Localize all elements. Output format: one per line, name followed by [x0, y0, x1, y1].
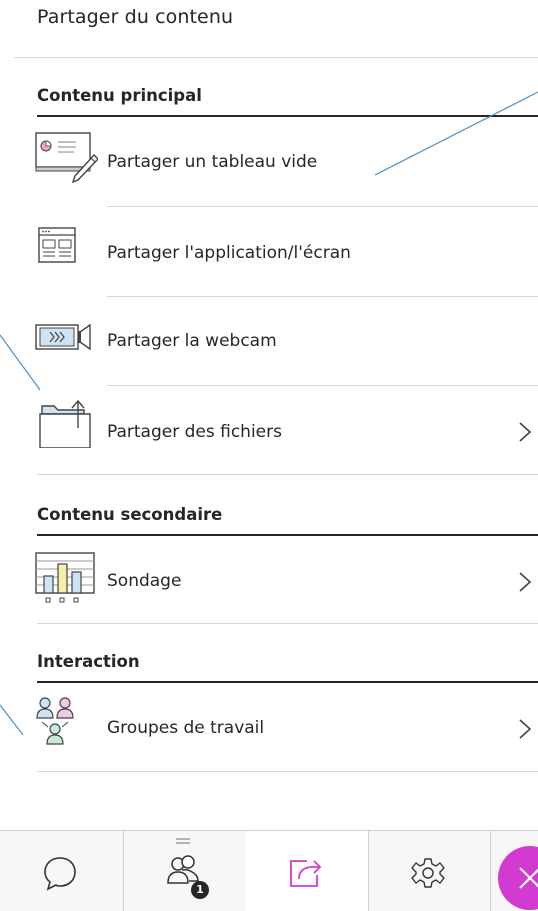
section-divider-secondary [37, 534, 538, 536]
application-window-icon [38, 227, 76, 263]
share-webcam-item[interactable]: Partager la webcam [0, 297, 538, 385]
chevron-right-icon [519, 719, 532, 739]
share-content-icon [290, 860, 322, 887]
section-divider-primary [37, 115, 538, 117]
chevron-right-icon [519, 572, 532, 592]
drag-handle-icon[interactable] [174, 837, 192, 845]
section-title-interaction: Interaction [37, 652, 140, 671]
folder-upload-icon [39, 399, 91, 448]
share-files-item[interactable]: Partager des fichiers [0, 386, 538, 474]
panel-title: Partager du contenu [37, 6, 234, 28]
share-files-label: Partager des fichiers [107, 422, 282, 442]
share-content-panel: Partager du contenu Contenu principal Pa… [0, 0, 538, 911]
section-title-primary: Contenu principal [37, 86, 202, 105]
section-divider-interaction [37, 681, 538, 683]
breakout-groups-item[interactable]: Groupes de travail [0, 684, 538, 772]
whiteboard-icon [35, 132, 98, 184]
share-content-tab[interactable] [245, 831, 369, 911]
attendees-tab[interactable]: 1 [123, 831, 246, 911]
poll-chart-icon [35, 552, 95, 603]
bottom-toolbar: 1 [0, 830, 538, 911]
settings-tab[interactable] [368, 831, 491, 911]
attendee-count-badge: 1 [191, 881, 209, 899]
item-divider [37, 771, 538, 772]
close-icon [519, 867, 538, 889]
share-whiteboard-label: Partager un tableau vide [107, 152, 318, 172]
settings-icon [411, 858, 445, 888]
chevron-right-icon [519, 422, 532, 442]
share-whiteboard-item[interactable]: Partager un tableau vide [0, 118, 538, 206]
breakout-groups-label: Groupes de travail [107, 718, 265, 738]
breakout-groups-icon [36, 697, 74, 745]
share-application-item[interactable]: Partager l'application/l'écran [0, 207, 538, 295]
webcam-icon [35, 323, 91, 351]
share-webcam-label: Partager la webcam [107, 331, 277, 351]
chat-icon [44, 857, 76, 891]
poll-item[interactable]: Sondage [0, 537, 538, 625]
header-divider [14, 57, 538, 58]
chat-tab[interactable] [0, 831, 124, 911]
item-divider [37, 623, 538, 624]
section-title-secondary: Contenu secondaire [37, 505, 223, 524]
item-divider [37, 474, 538, 475]
share-application-label: Partager l'application/l'écran [107, 243, 351, 263]
poll-label: Sondage [107, 571, 182, 591]
